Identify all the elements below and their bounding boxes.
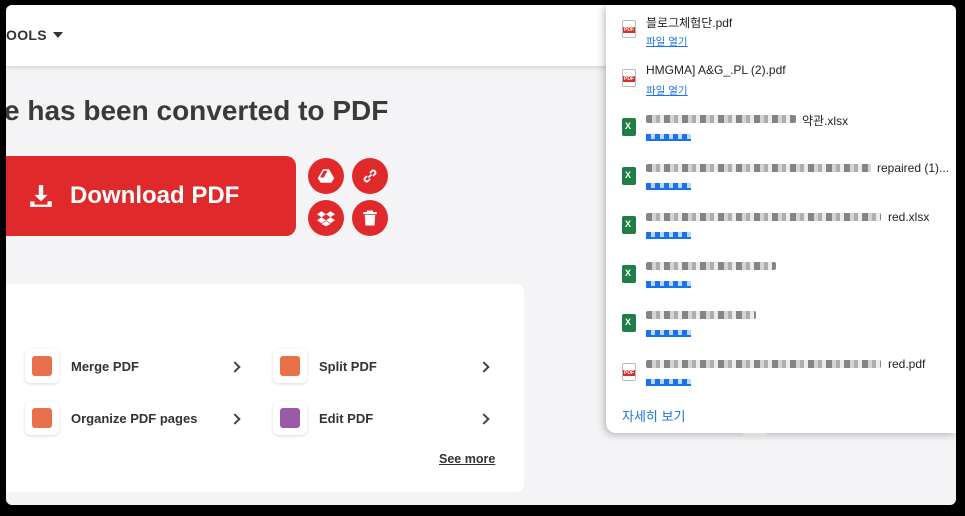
scrollbar-thumb[interactable] xyxy=(743,433,767,436)
tool-label: Edit PDF xyxy=(319,410,374,426)
download-item[interactable] xyxy=(622,259,952,305)
download-item[interactable]: red.pdf xyxy=(622,357,952,403)
pdf-file-icon xyxy=(622,20,636,38)
redacted-link[interactable] xyxy=(646,330,691,337)
open-file-link[interactable]: 파일 열기 xyxy=(646,34,688,49)
trash-icon xyxy=(363,210,377,226)
split-pdf-tool[interactable]: Split PDF xyxy=(273,349,377,383)
redacted-link[interactable] xyxy=(646,281,691,288)
redacted-text xyxy=(646,262,776,270)
tool-label: Merge PDF xyxy=(71,358,139,374)
copy-link-button[interactable] xyxy=(352,158,388,194)
download-item[interactable]: repaired (1)... xyxy=(622,161,952,207)
download-item[interactable]: 블로그체험단.pdf 파일 열기 xyxy=(622,14,952,60)
file-name: HMGMA] A&G_.PL (2).pdf xyxy=(646,63,786,77)
redacted-text xyxy=(646,164,871,172)
delete-button[interactable] xyxy=(352,200,388,236)
file-name: red.pdf xyxy=(888,357,926,371)
see-all-downloads-link[interactable]: 자세히 보기 xyxy=(622,406,685,425)
redacted-link[interactable] xyxy=(646,134,691,141)
downloads-panel: 블로그체험단.pdf 파일 열기 HMGMA] A&G_.PL (2).pdf … xyxy=(606,5,956,433)
download-item[interactable]: 약관.xlsx xyxy=(622,112,952,158)
organize-icon xyxy=(25,401,59,435)
tool-label: Split PDF xyxy=(319,358,377,374)
merge-pdf-tool[interactable]: Merge PDF xyxy=(25,349,139,383)
excel-file-icon xyxy=(622,118,636,136)
app-window: OOLS e has been converted to PDF Downloa… xyxy=(6,5,956,505)
edit-icon xyxy=(273,401,307,435)
redacted-link[interactable] xyxy=(646,379,691,386)
split-icon xyxy=(273,349,307,383)
open-file-link[interactable]: 파일 열기 xyxy=(646,83,688,98)
save-to-dropbox-button[interactable] xyxy=(308,200,344,236)
pdf-file-icon xyxy=(622,69,636,87)
file-name: repaired (1)... xyxy=(877,161,950,175)
redacted-text xyxy=(646,360,881,368)
see-more-link[interactable]: See more xyxy=(439,452,495,466)
all-tools-menu[interactable]: OOLS xyxy=(6,27,63,43)
download-icon xyxy=(30,185,52,207)
redacted-text xyxy=(646,115,796,123)
merge-icon xyxy=(25,349,59,383)
redacted-text xyxy=(646,311,756,319)
save-to-drive-button[interactable] xyxy=(308,158,344,194)
download-pdf-button[interactable]: Download PDF xyxy=(6,156,296,236)
edit-pdf-tool[interactable]: Edit PDF xyxy=(273,401,373,435)
redacted-link[interactable] xyxy=(646,232,691,239)
tool-label: Organize PDF pages xyxy=(71,410,198,426)
download-label: Download PDF xyxy=(70,182,240,209)
caret-down-icon xyxy=(52,32,63,38)
organize-pdf-tool[interactable]: Organize PDF pages xyxy=(25,401,197,435)
excel-file-icon xyxy=(622,314,636,332)
excel-file-icon xyxy=(622,216,636,234)
tools-menu-label: OOLS xyxy=(6,27,47,43)
page-title: e has been converted to PDF xyxy=(6,95,389,126)
google-drive-icon xyxy=(317,169,335,183)
redacted-link[interactable] xyxy=(646,183,691,190)
excel-file-icon xyxy=(622,265,636,283)
file-name: red.xlsx xyxy=(888,210,930,224)
excel-file-icon xyxy=(622,167,636,185)
file-name: 블로그체험단.pdf xyxy=(646,16,733,30)
download-item[interactable]: red.xlsx xyxy=(622,210,952,256)
download-item[interactable]: HMGMA] A&G_.PL (2).pdf 파일 열기 xyxy=(622,63,952,109)
redacted-text xyxy=(646,213,881,221)
dropbox-icon xyxy=(317,211,335,227)
file-name: 약관.xlsx xyxy=(802,114,849,128)
link-icon xyxy=(363,169,377,183)
pdf-file-icon xyxy=(622,363,636,381)
download-item[interactable] xyxy=(622,308,952,354)
